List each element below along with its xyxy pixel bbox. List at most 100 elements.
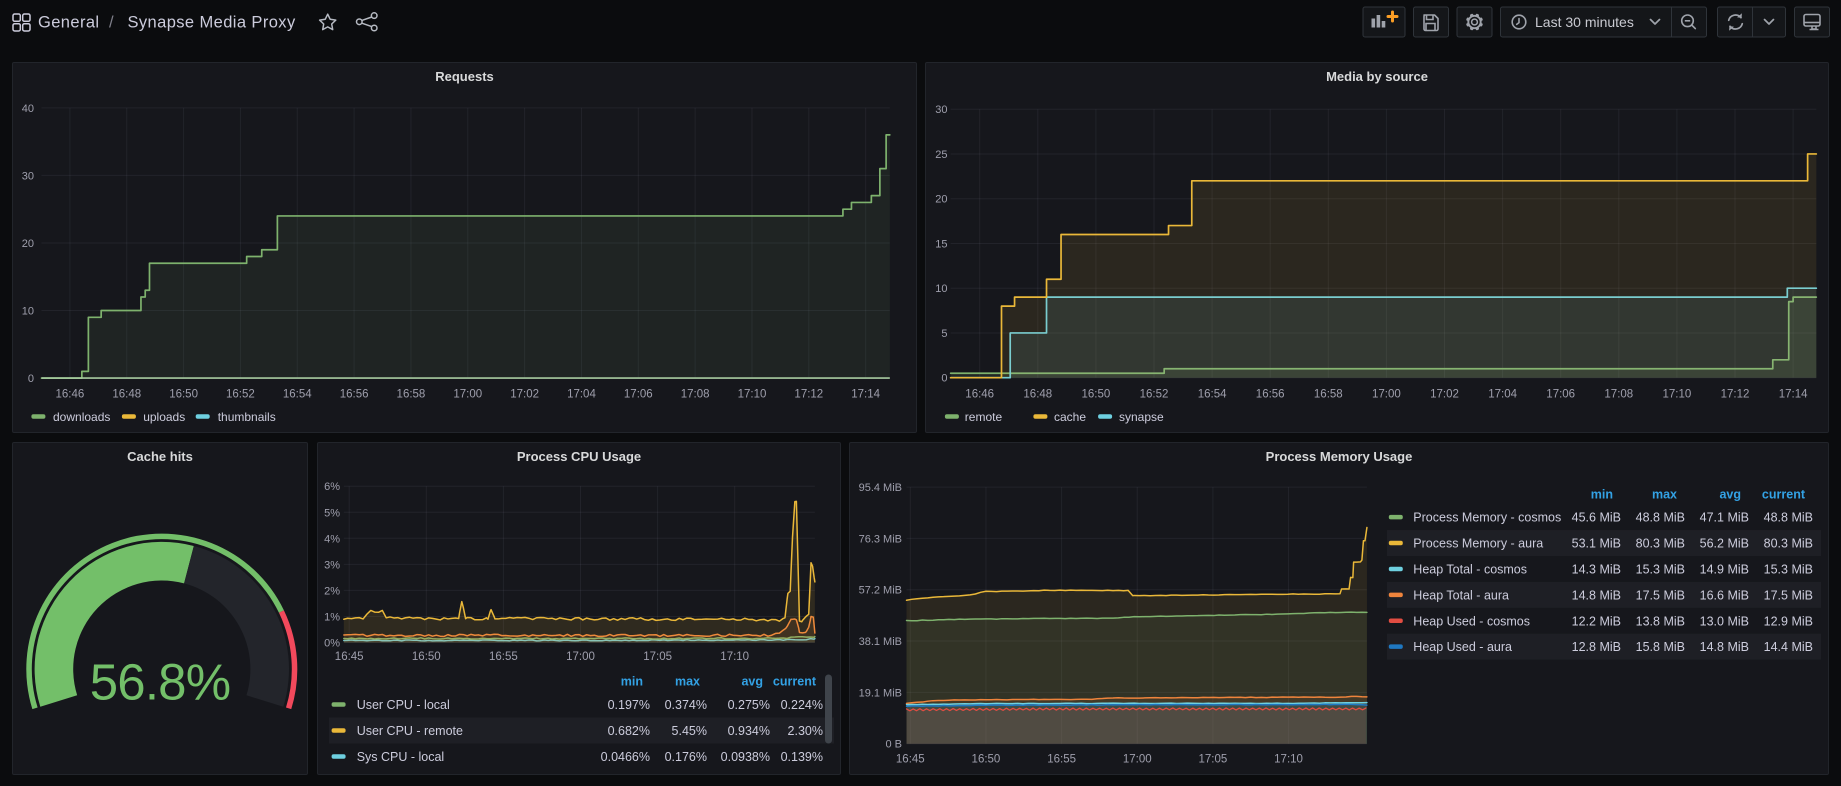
svg-text:14.4 MiB: 14.4 MiB (1764, 640, 1813, 654)
svg-text:0: 0 (28, 373, 34, 385)
svg-text:min: min (621, 675, 643, 689)
svg-text:95.4 MiB: 95.4 MiB (859, 482, 902, 494)
svg-text:17:08: 17:08 (1604, 388, 1633, 400)
svg-text:max: max (1652, 487, 1677, 501)
svg-text:19.1 MiB: 19.1 MiB (859, 687, 902, 699)
svg-text:47.1 MiB: 47.1 MiB (1700, 511, 1749, 525)
svg-text:max: max (675, 675, 700, 689)
svg-text:0.197%: 0.197% (608, 698, 650, 712)
svg-text:12.9 MiB: 12.9 MiB (1764, 614, 1813, 628)
svg-text:10: 10 (22, 306, 34, 318)
svg-text:14.8 MiB: 14.8 MiB (1572, 588, 1621, 602)
svg-text:16:54: 16:54 (1198, 388, 1227, 400)
svg-text:16:50: 16:50 (169, 388, 198, 400)
svg-text:12.2 MiB: 12.2 MiB (1572, 614, 1621, 628)
svg-text:17:10: 17:10 (1663, 388, 1692, 400)
svg-text:Heap Total - cosmos: Heap Total - cosmos (1413, 562, 1527, 576)
svg-text:16:55: 16:55 (489, 651, 518, 663)
svg-text:17:12: 17:12 (1721, 388, 1750, 400)
svg-text:2%: 2% (324, 585, 340, 597)
svg-text:15.3 MiB: 15.3 MiB (1636, 562, 1685, 576)
svg-text:current: current (773, 675, 817, 689)
svg-text:16:45: 16:45 (335, 651, 364, 663)
svg-text:0: 0 (941, 373, 947, 385)
svg-text:0.682%: 0.682% (608, 724, 650, 738)
svg-text:16:48: 16:48 (112, 388, 141, 400)
svg-text:48.8 MiB: 48.8 MiB (1636, 511, 1685, 525)
svg-text:16:56: 16:56 (340, 388, 369, 400)
svg-text:12.8 MiB: 12.8 MiB (1572, 640, 1621, 654)
svg-text:Heap Used - aura: Heap Used - aura (1413, 640, 1512, 654)
svg-text:16:52: 16:52 (1140, 388, 1169, 400)
svg-text:17.5 MiB: 17.5 MiB (1636, 588, 1685, 602)
svg-text:38.1 MiB: 38.1 MiB (859, 636, 902, 648)
svg-text:Process Memory - aura: Process Memory - aura (1413, 537, 1543, 551)
svg-text:/: / (109, 14, 114, 32)
svg-text:Process Memory - cosmos: Process Memory - cosmos (1413, 511, 1561, 525)
svg-text:2.30%: 2.30% (788, 724, 823, 738)
svg-text:General: General (38, 14, 100, 32)
svg-text:1%: 1% (324, 611, 340, 623)
svg-text:uploads: uploads (143, 410, 185, 424)
svg-text:Synapse Media Proxy: Synapse Media Proxy (128, 14, 296, 32)
svg-text:16.6 MiB: 16.6 MiB (1700, 588, 1749, 602)
svg-text:17:12: 17:12 (794, 388, 823, 400)
svg-text:17:05: 17:05 (643, 651, 672, 663)
svg-text:5%: 5% (324, 507, 340, 519)
svg-text:17.5 MiB: 17.5 MiB (1764, 588, 1813, 602)
svg-text:48.8 MiB: 48.8 MiB (1764, 511, 1813, 525)
svg-text:cache: cache (1054, 410, 1086, 424)
svg-text:17:14: 17:14 (851, 388, 880, 400)
svg-text:16:50: 16:50 (412, 651, 441, 663)
svg-text:17:04: 17:04 (1488, 388, 1517, 400)
svg-text:76.3 MiB: 76.3 MiB (859, 533, 902, 545)
svg-text:16:52: 16:52 (226, 388, 255, 400)
svg-text:0.0938%: 0.0938% (721, 750, 770, 764)
svg-text:User CPU - remote: User CPU - remote (357, 724, 463, 738)
svg-text:16:58: 16:58 (397, 388, 426, 400)
svg-text:current: current (1762, 487, 1806, 501)
svg-text:3%: 3% (324, 559, 340, 571)
svg-text:17:00: 17:00 (453, 388, 482, 400)
svg-text:16:48: 16:48 (1023, 388, 1052, 400)
svg-text:17:00: 17:00 (566, 651, 595, 663)
svg-text:17:10: 17:10 (720, 651, 749, 663)
svg-text:20: 20 (935, 194, 947, 206)
svg-text:0 B: 0 B (885, 739, 902, 751)
svg-text:56.2 MiB: 56.2 MiB (1700, 537, 1749, 551)
svg-text:avg: avg (1719, 487, 1741, 501)
svg-text:14.3 MiB: 14.3 MiB (1572, 562, 1621, 576)
svg-text:0.176%: 0.176% (665, 750, 707, 764)
svg-text:16:54: 16:54 (283, 388, 312, 400)
svg-text:17:02: 17:02 (510, 388, 539, 400)
svg-text:53.1 MiB: 53.1 MiB (1572, 537, 1621, 551)
svg-text:16:58: 16:58 (1314, 388, 1343, 400)
svg-text:80.3 MiB: 80.3 MiB (1636, 537, 1685, 551)
svg-text:17:02: 17:02 (1430, 388, 1459, 400)
svg-text:17:06: 17:06 (1546, 388, 1575, 400)
svg-text:15.3 MiB: 15.3 MiB (1764, 562, 1813, 576)
svg-text:14.9 MiB: 14.9 MiB (1700, 562, 1749, 576)
svg-text:avg: avg (741, 675, 763, 689)
svg-text:14.8 MiB: 14.8 MiB (1700, 640, 1749, 654)
svg-text:Heap Used - cosmos: Heap Used - cosmos (1413, 614, 1530, 628)
svg-text:remote: remote (965, 410, 1003, 424)
svg-text:13.0 MiB: 13.0 MiB (1700, 614, 1749, 628)
svg-text:30: 30 (935, 104, 947, 116)
svg-text:25: 25 (935, 149, 947, 161)
svg-text:5: 5 (941, 328, 947, 340)
svg-text:min: min (1591, 487, 1613, 501)
svg-text:17:00: 17:00 (1123, 754, 1152, 766)
svg-text:Heap Total - aura: Heap Total - aura (1413, 588, 1509, 602)
svg-text:16:46: 16:46 (56, 388, 85, 400)
svg-text:0.934%: 0.934% (728, 724, 770, 738)
svg-text:17:00: 17:00 (1372, 388, 1401, 400)
svg-text:56.8%: 56.8% (90, 654, 231, 711)
svg-text:16:55: 16:55 (1047, 754, 1076, 766)
svg-text:17:05: 17:05 (1199, 754, 1228, 766)
svg-text:17:06: 17:06 (624, 388, 653, 400)
svg-text:80.3 MiB: 80.3 MiB (1764, 537, 1813, 551)
svg-text:15.8 MiB: 15.8 MiB (1636, 640, 1685, 654)
svg-text:15: 15 (935, 238, 947, 250)
svg-text:13.8 MiB: 13.8 MiB (1636, 614, 1685, 628)
